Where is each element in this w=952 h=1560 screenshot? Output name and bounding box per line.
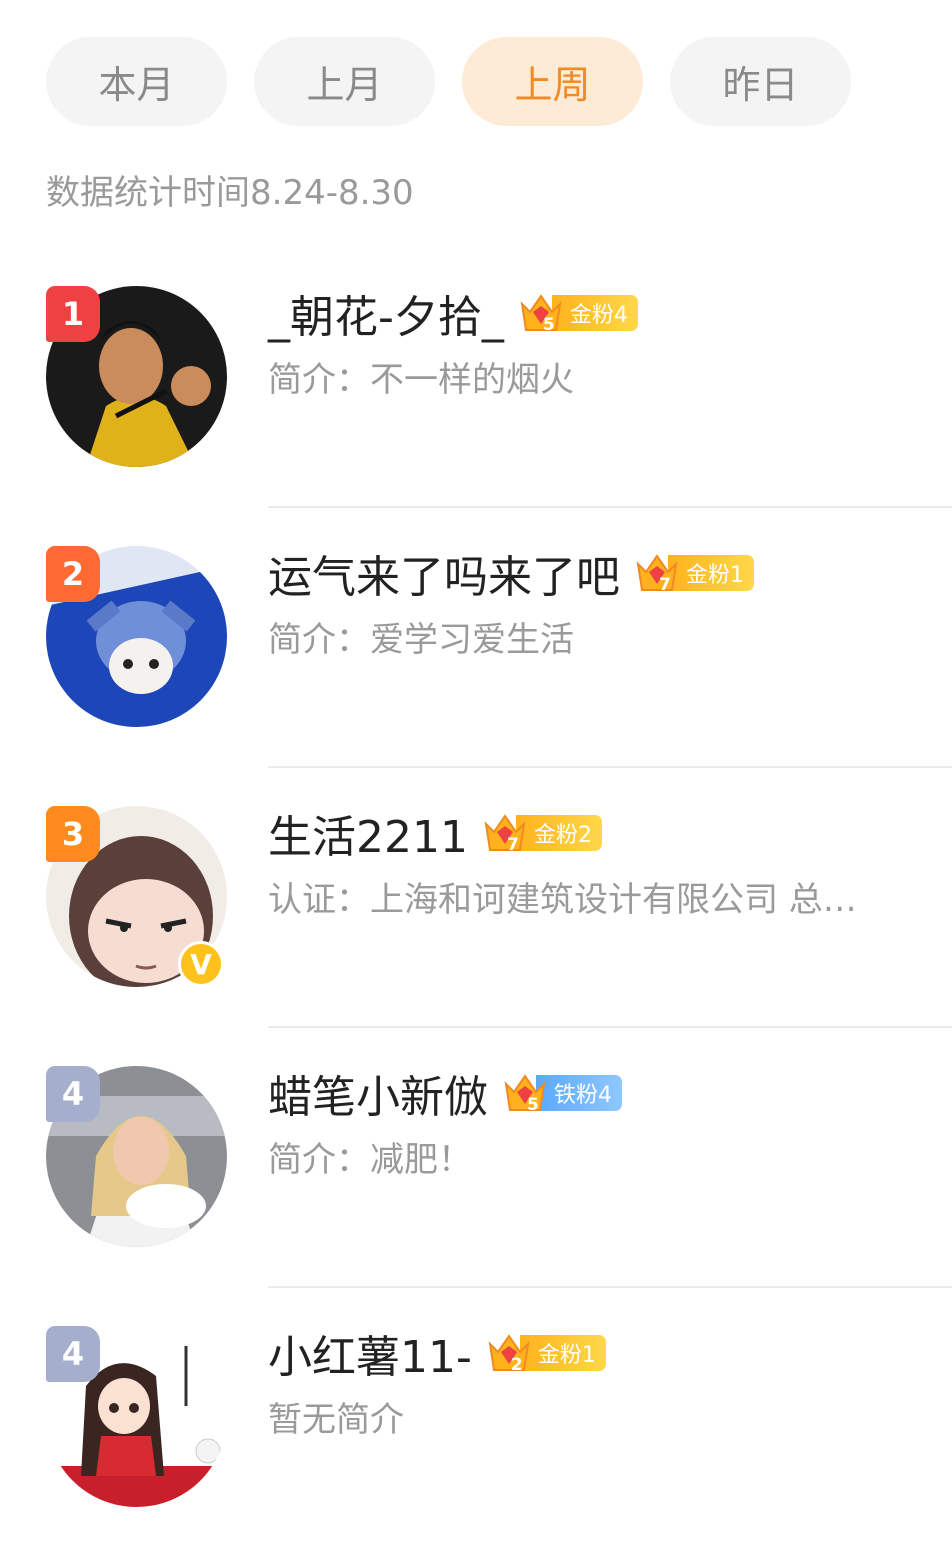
fan-name[interactable]: 生活2211 bbox=[268, 801, 468, 865]
badge-label: 金粉1 bbox=[668, 555, 754, 591]
rank-badge: 2 bbox=[46, 546, 100, 602]
fan-name[interactable]: 小红薯11- bbox=[268, 1321, 472, 1385]
fan-name[interactable]: _朝花-夕拾_ bbox=[268, 281, 504, 345]
fan-bio: 简介：不一样的烟火 bbox=[268, 360, 574, 400]
fan-bio: 简介：爱学习爱生活 bbox=[268, 620, 574, 660]
tab-yesterday[interactable]: 昨日 bbox=[670, 37, 851, 126]
badge-level-number: 7 bbox=[506, 835, 519, 855]
tab-last-month[interactable]: 上月 bbox=[254, 37, 435, 126]
badge-level-number: 2 bbox=[510, 1355, 523, 1375]
badge-label: 金粉2 bbox=[515, 815, 602, 851]
badge-label: 铁粉4 bbox=[536, 1075, 622, 1111]
fan-level-badge: 5 铁粉4 bbox=[502, 1070, 622, 1116]
rank-badge: 4 bbox=[46, 1326, 100, 1382]
avatar[interactable]: 1 bbox=[46, 286, 227, 467]
rank-badge: 4 bbox=[46, 1066, 100, 1122]
divider bbox=[268, 1286, 952, 1288]
divider bbox=[268, 766, 952, 768]
stats-period-label: 数据统计时间8.24-8.30 bbox=[46, 173, 414, 213]
rank-badge: 1 bbox=[46, 286, 100, 342]
crown-gem-icon bbox=[486, 1330, 532, 1376]
divider bbox=[268, 506, 952, 508]
badge-level-number: 5 bbox=[542, 315, 555, 335]
fan-list-item[interactable]: 4 蜡笔小新倣 5 铁粉4 简介：减肥！ bbox=[0, 1040, 952, 1300]
fan-level-badge: 7 金粉2 bbox=[482, 810, 602, 856]
crown-gem-icon bbox=[502, 1070, 548, 1116]
fan-list-item[interactable]: 3 V 生活2211 7 金粉2 认证：上海和诃建筑设计有限公司 总… bbox=[0, 780, 952, 1040]
fan-list-item[interactable]: 2 运气来了吗来了吧 7 金粉1 简介：爱学习爱生活 bbox=[0, 520, 952, 780]
fan-name[interactable]: 蜡笔小新倣 bbox=[268, 1061, 488, 1125]
period-tabs: 本月 上月 上周 昨日 bbox=[46, 37, 851, 126]
fan-bio: 暂无简介 bbox=[268, 1400, 404, 1440]
fan-list-item[interactable]: 4 小红薯11- 2 金粉1 暂无简介 bbox=[0, 1300, 952, 1560]
fan-bio: 简介：减肥！ bbox=[268, 1140, 472, 1180]
crown-gem-icon bbox=[482, 810, 528, 856]
fan-list-item[interactable]: 1 _朝花-夕拾_ 5 金粉4 简介：不一样的烟火 bbox=[0, 260, 952, 520]
divider bbox=[268, 1026, 952, 1028]
fan-level-badge: 5 金粉4 bbox=[518, 290, 638, 336]
crown-gem-icon bbox=[634, 550, 680, 596]
fan-bio: 认证：上海和诃建筑设计有限公司 总… bbox=[268, 880, 857, 920]
verified-icon: V bbox=[178, 941, 224, 987]
fan-level-badge: 2 金粉1 bbox=[486, 1330, 606, 1376]
crown-gem-icon bbox=[518, 290, 564, 336]
badge-level-number: 5 bbox=[527, 1095, 539, 1115]
badge-level-number: 7 bbox=[659, 575, 671, 595]
badge-label: 金粉1 bbox=[519, 1335, 606, 1371]
avatar[interactable]: 2 bbox=[46, 546, 227, 727]
avatar[interactable]: 3 V bbox=[46, 806, 227, 987]
rank-badge: 3 bbox=[46, 806, 100, 862]
fan-name[interactable]: 运气来了吗来了吧 bbox=[268, 541, 620, 605]
fan-level-badge: 7 金粉1 bbox=[634, 550, 754, 596]
tab-this-month[interactable]: 本月 bbox=[46, 37, 227, 126]
badge-label: 金粉4 bbox=[551, 295, 638, 331]
avatar[interactable]: 4 bbox=[46, 1326, 227, 1507]
avatar[interactable]: 4 bbox=[46, 1066, 227, 1247]
tab-last-week[interactable]: 上周 bbox=[462, 37, 643, 126]
